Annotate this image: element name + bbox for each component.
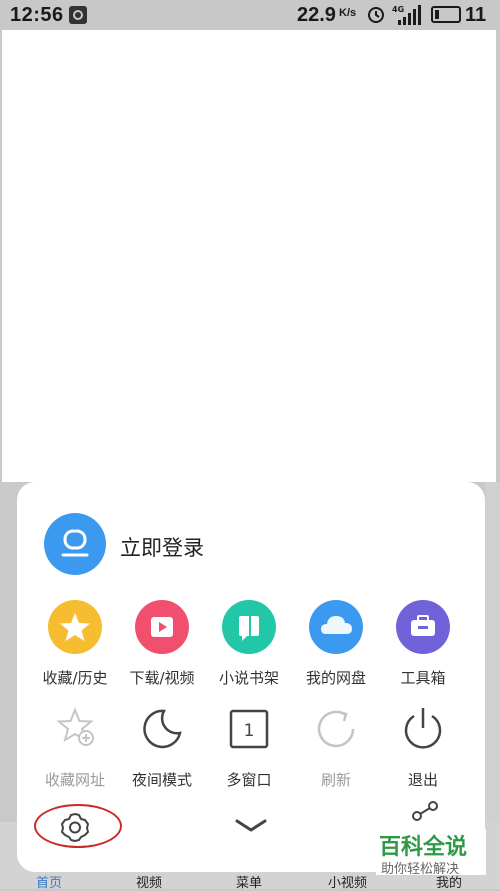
menu-panel: 立即登录 收藏/历史 下载/视频 小说书架 我的网盘 工具箱 收藏网址 夜间模式… [17,482,485,872]
status-time: 12:56 [10,4,64,26]
signal-icon: 4G [392,5,421,25]
moon-icon [135,702,189,756]
window-count-icon: 1 [222,702,276,756]
tile-refresh[interactable]: 刷新 [291,702,381,790]
app-notification-icon [69,6,87,24]
battery-level: 11 [465,4,487,26]
tile-label: 收藏/历史 [42,669,108,687]
network-type: 4G [392,5,404,14]
download-video-icon [135,600,189,654]
tile-label: 下载/视频 [129,669,195,687]
watermark-logo: 百科全说 助你轻松解决 [376,829,486,877]
status-bar: 12:56 22.9 K/s 4G 11 [0,0,500,30]
watermark-subtitle: 助你轻松解决 [381,862,460,877]
tile-exit[interactable]: 退出 [378,702,468,790]
tile-label: 刷新 [320,771,351,789]
tile-download-video[interactable]: 下载/视频 [117,600,207,688]
tile-label: 工具箱 [400,669,446,687]
star-icon [48,600,102,654]
refresh-icon [309,702,363,756]
login-label[interactable]: 立即登录 [120,532,204,562]
tile-bookmark-site[interactable]: 收藏网址 [30,702,120,790]
tile-night-mode[interactable]: 夜间模式 [117,702,207,790]
tile-toolbox[interactable]: 工具箱 [378,600,468,688]
bookmark-add-icon [48,702,102,756]
nav-home[interactable]: 首页 [36,872,62,891]
network-speed: 22.9 [297,4,336,26]
tile-label: 小说书架 [218,669,279,687]
battery-icon [431,6,461,23]
settings-gear-icon[interactable] [55,810,95,844]
login-avatar[interactable] [44,513,106,575]
window-count: 1 [244,721,255,741]
alarm-icon [368,7,384,23]
tile-label: 我的网盘 [305,669,366,687]
tile-multi-window[interactable]: 1 多窗口 [204,702,294,790]
dim-overlay [485,482,500,822]
tile-novel-shelf[interactable]: 小说书架 [204,600,294,688]
user-icon [61,529,89,557]
cloud-icon [309,600,363,654]
tile-label: 夜间模式 [131,771,192,789]
tile-favorites-history[interactable]: 收藏/历史 [30,600,120,688]
watermark-title: 百科全说 [379,835,468,860]
tile-label: 多窗口 [226,771,272,789]
chevron-down-icon[interactable] [231,814,271,838]
book-icon [222,600,276,654]
network-speed-unit: K/s [339,7,357,19]
toolbox-icon [396,600,450,654]
tile-cloud-drive[interactable]: 我的网盘 [291,600,381,688]
share-icon[interactable] [407,800,447,830]
tile-label: 退出 [407,771,438,789]
web-content-area [2,30,496,482]
nav-video[interactable]: 视频 [136,872,162,891]
nav-short-video[interactable]: 小视频 [328,872,367,891]
power-icon [396,702,450,756]
tile-label: 收藏网址 [44,771,105,789]
nav-menu[interactable]: 菜单 [236,872,262,891]
